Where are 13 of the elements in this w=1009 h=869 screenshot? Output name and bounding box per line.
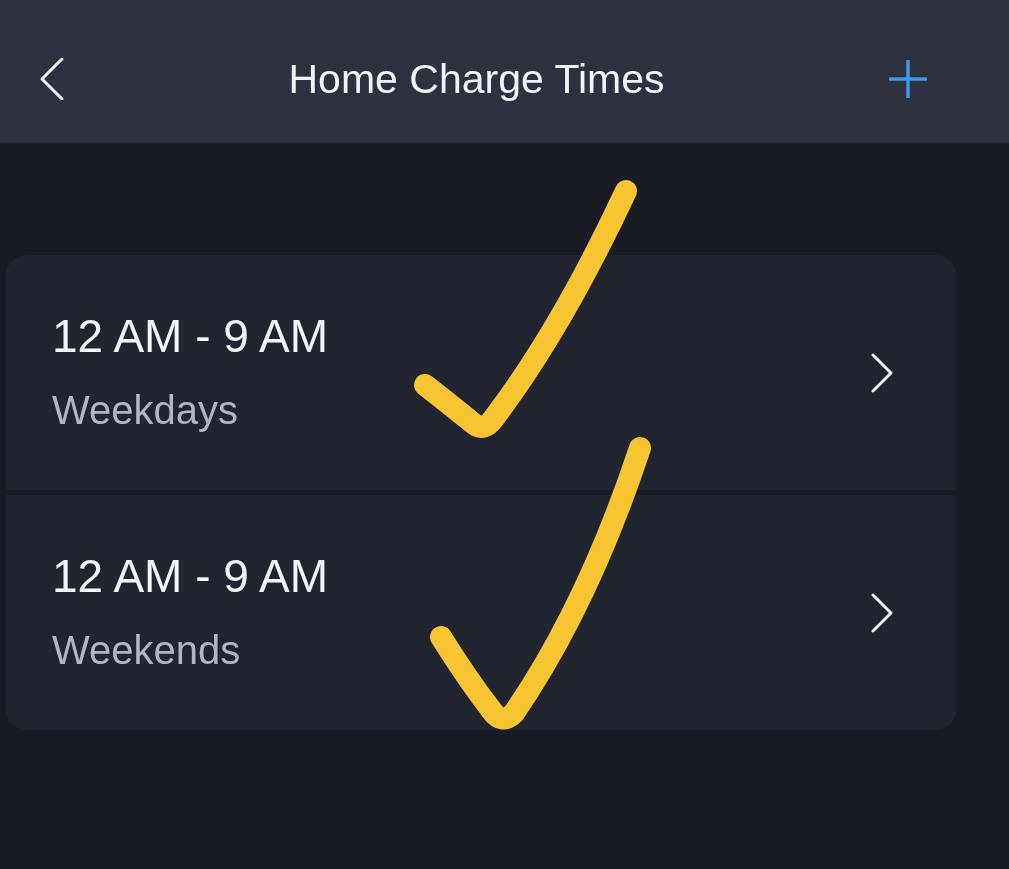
add-button[interactable] xyxy=(887,57,929,100)
back-chevron-icon xyxy=(40,57,64,100)
time-range-text: 12 AM - 9 AM xyxy=(52,548,329,603)
plus-icon xyxy=(889,59,927,98)
days-text: Weekends xyxy=(52,626,242,673)
chevron-right-icon xyxy=(871,592,893,633)
chevron-right-icon xyxy=(871,352,893,393)
screen-title: Home Charge Times xyxy=(287,54,666,103)
back-button[interactable] xyxy=(38,55,66,102)
schedule-row[interactable]: 12 AM - 9 AM Weekends xyxy=(6,495,956,730)
time-range-text: 12 AM - 9 AM xyxy=(52,308,329,363)
days-text: Weekdays xyxy=(52,386,239,433)
schedule-row[interactable]: 12 AM - 9 AM Weekdays xyxy=(6,255,956,490)
